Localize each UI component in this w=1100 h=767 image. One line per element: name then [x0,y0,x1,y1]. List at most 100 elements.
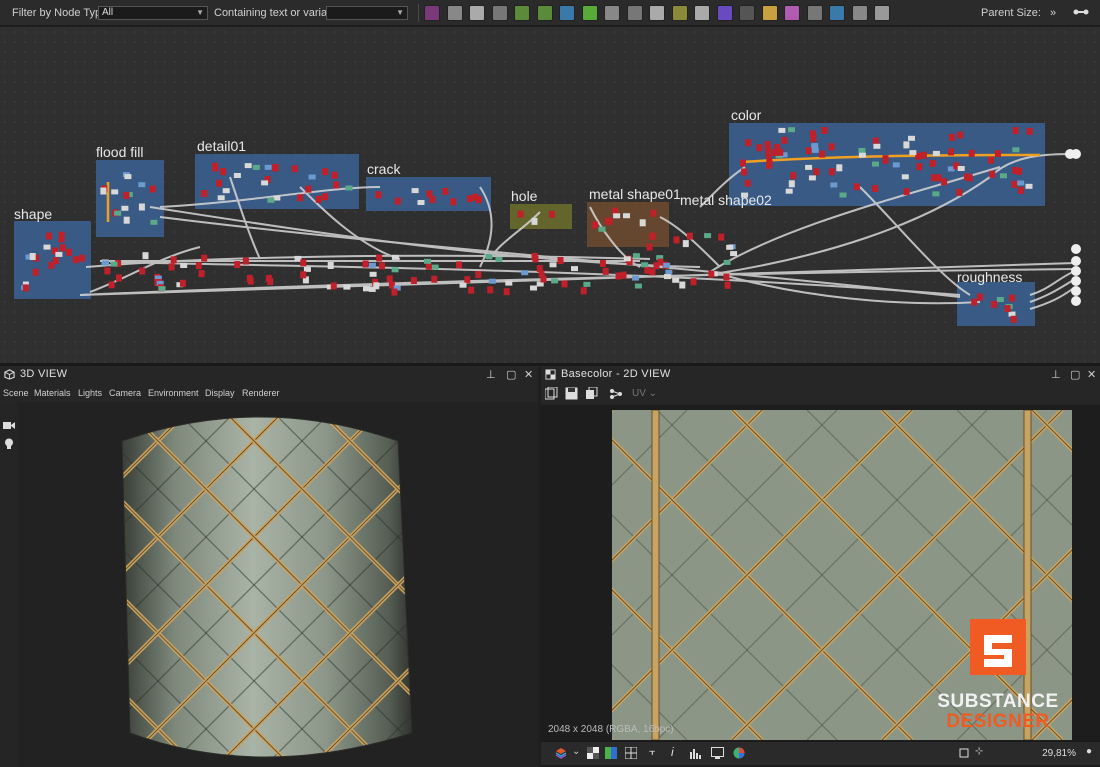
graph-node [425,262,432,270]
frame-title-flood-fill: flood fill [96,144,144,160]
output-nodes [1065,149,1081,306]
graph-node [386,275,393,283]
pin-icon[interactable]: ⊥ [1051,368,1061,381]
curve-icon[interactable] [604,5,620,21]
save-icon[interactable] [565,387,578,400]
blur-icon[interactable] [649,5,665,21]
graph-node [858,147,866,153]
info-icon[interactable]: i [671,745,674,759]
hsl-icon[interactable] [671,5,688,21]
tiling-icon[interactable]: ⫟ [649,746,656,759]
pixel-processor-icon[interactable] [784,5,800,21]
graph-node [1017,180,1025,186]
blend-icon[interactable] [491,5,508,21]
graph-node [305,185,312,193]
export-icon[interactable] [585,387,598,400]
graph-node [503,288,510,296]
light-bulb-icon[interactable] [4,438,14,450]
link-nodes-icon[interactable] [1073,5,1089,22]
display-icon[interactable] [711,747,724,759]
menu-scene[interactable]: Scene [3,388,29,398]
settings-icon[interactable]: ● [1086,746,1092,757]
menu-lights[interactable]: Lights [78,388,102,398]
graph-toolbar: Filter by Node Type All ▼ Containing text… [0,0,1100,26]
logo-word-substance: SUBSTANCE [937,691,1059,712]
graph-node [233,173,241,178]
graph-node [836,164,843,172]
maximize-icon[interactable]: ▢ [1070,368,1080,381]
graph-node [1011,180,1018,188]
gradient-icon[interactable] [514,5,530,21]
layers-icon[interactable] [555,747,567,759]
graph-node [766,160,773,168]
uniform-color-icon[interactable] [446,5,463,21]
copy-icon[interactable] [545,387,558,400]
color-channel-icon[interactable] [605,747,617,759]
graph-node [892,162,900,168]
graph-node [650,209,657,217]
frame-icon[interactable] [829,5,845,21]
close-icon[interactable]: ✕ [524,368,533,381]
graph-node [138,182,146,188]
sharpen-icon[interactable] [626,5,643,21]
link-icon[interactable] [874,5,890,21]
graph-node [571,266,578,272]
graph-node [327,262,334,269]
uv-dropdown[interactable]: UV ⌄ [632,388,657,399]
graph-node [730,251,738,257]
pin-icon[interactable] [851,5,868,21]
menu-renderer[interactable]: Renderer [242,388,280,398]
graph-node [300,259,307,267]
text-icon[interactable] [739,5,755,21]
histogram-icon[interactable] [694,5,710,21]
menu-materials[interactable]: Materials [34,388,71,398]
graph-node [745,139,752,147]
graph-node [261,180,269,186]
graph-node [291,165,298,173]
graph-node [464,276,471,284]
maximize-icon[interactable]: ▢ [506,368,516,381]
graph-node [450,198,457,206]
output-node-icon[interactable] [424,5,440,21]
node-graph-canvas[interactable]: shape flood fill detail01 crack hole met… [0,27,1100,363]
node-type-filter-select[interactable]: All ▼ [98,6,208,20]
graph-node [1004,305,1011,313]
checker-icon[interactable] [587,747,599,759]
menu-environment[interactable]: Environment [148,388,199,398]
fx-map-icon[interactable] [761,5,778,21]
grayscale-icon[interactable] [469,5,485,21]
graph-node [333,181,340,189]
levels-icon[interactable] [581,5,598,21]
frame-title-hole: hole [511,188,538,204]
fit-view-icon[interactable] [959,748,969,758]
zoom-level[interactable]: 29,81% [1042,748,1076,759]
tile-icon[interactable] [625,747,637,759]
link-icon[interactable] [609,388,623,399]
graph-node [495,256,503,262]
normal-icon[interactable] [716,5,733,21]
graph-node [788,127,795,133]
2d-view-toolbar: UV ⌄ [541,383,1100,405]
comment-icon[interactable] [806,5,823,21]
pin-icon[interactable]: ⊥ [486,368,496,381]
chevron-down-icon[interactable]: ⌄ [572,746,580,757]
histogram-icon[interactable] [689,747,701,759]
color-wheel-icon[interactable] [733,747,745,759]
center-icon[interactable]: ⊹ [975,746,983,757]
graph-node [599,260,606,267]
menu-camera[interactable]: Camera [109,388,141,398]
graph-node [908,135,915,141]
graph-node [873,143,881,149]
graph-node [613,213,621,219]
graph-node [723,273,730,281]
containing-text-input[interactable]: ▼ [326,6,408,20]
menu-display[interactable]: Display [205,388,235,398]
close-icon[interactable]: ✕ [1087,368,1096,381]
transform-icon[interactable] [536,5,553,21]
graph-node [987,156,994,164]
more-icon[interactable]: » [1050,7,1056,19]
warp-icon[interactable] [559,5,575,21]
camera-icon[interactable] [3,420,15,430]
3d-viewport[interactable]: Scene Materials Lights Camera Environmen… [0,383,538,767]
graph-node [623,256,631,262]
